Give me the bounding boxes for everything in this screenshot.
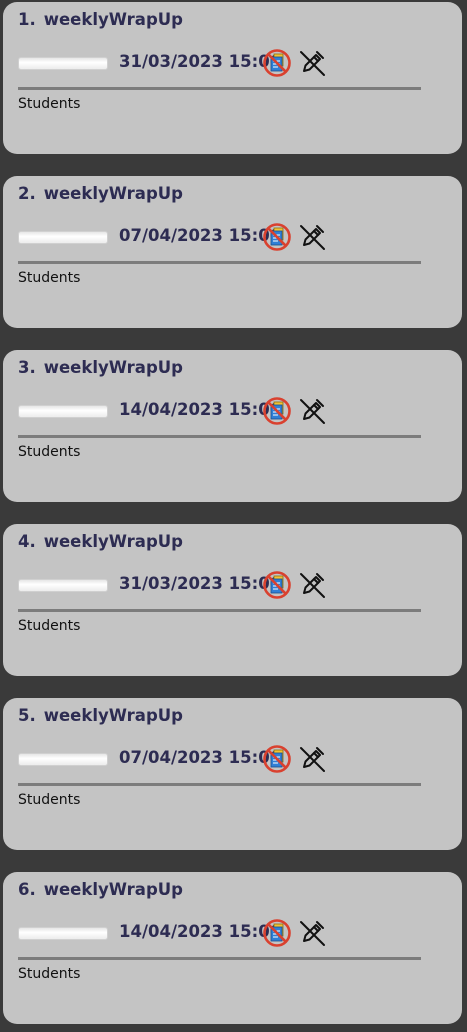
task-index: 1.	[18, 10, 36, 29]
task-tag: Students	[18, 444, 81, 460]
task-progress-bar	[18, 753, 108, 766]
task-datetime: 31/03/2023 15:06	[119, 52, 282, 71]
task-card[interactable]: 4. weeklyWrapUp 31/03/2023 15:06 Students	[3, 524, 462, 676]
divider	[18, 87, 421, 90]
task-title: 6. weeklyWrapUp	[18, 880, 183, 899]
task-index: 3.	[18, 358, 36, 377]
task-title: 4. weeklyWrapUp	[18, 532, 183, 551]
task-progress-bar	[18, 405, 108, 418]
task-name: weeklyWrapUp	[43, 10, 183, 29]
task-card[interactable]: 2. weeklyWrapUp 07/04/2023 15:06 Students	[3, 176, 462, 328]
task-datetime: 14/04/2023 15:06	[119, 400, 282, 419]
edit-disabled-icon[interactable]	[297, 48, 327, 78]
not-done-document-icon[interactable]	[262, 570, 292, 600]
task-title: 2. weeklyWrapUp	[18, 184, 183, 203]
task-datetime: 07/04/2023 15:06	[119, 226, 282, 245]
task-card[interactable]: 5. weeklyWrapUp 07/04/2023 15:06 Students	[3, 698, 462, 850]
task-tag: Students	[18, 966, 81, 982]
task-index: 5.	[18, 706, 36, 725]
divider	[18, 609, 421, 612]
task-title: 1. weeklyWrapUp	[18, 10, 183, 29]
divider	[18, 261, 421, 264]
task-tag: Students	[18, 270, 81, 286]
task-card[interactable]: 3. weeklyWrapUp 14/04/2023 15:06 Students	[3, 350, 462, 502]
not-done-document-icon[interactable]	[262, 918, 292, 948]
task-card[interactable]: 6. weeklyWrapUp 14/04/2023 15:06 Students	[3, 872, 462, 1024]
edit-disabled-icon[interactable]	[297, 570, 327, 600]
task-progress-bar	[18, 579, 108, 592]
not-done-document-icon[interactable]	[262, 396, 292, 426]
task-progress-bar	[18, 57, 108, 70]
task-tag: Students	[18, 792, 81, 808]
task-index: 4.	[18, 532, 36, 551]
task-datetime: 31/03/2023 15:06	[119, 574, 282, 593]
not-done-document-icon[interactable]	[262, 744, 292, 774]
task-name: weeklyWrapUp	[43, 358, 183, 377]
not-done-document-icon[interactable]	[262, 222, 292, 252]
task-tag: Students	[18, 96, 81, 112]
task-datetime: 07/04/2023 15:06	[119, 748, 282, 767]
edit-disabled-icon[interactable]	[297, 918, 327, 948]
divider	[18, 783, 421, 786]
task-name: weeklyWrapUp	[43, 706, 183, 725]
edit-disabled-icon[interactable]	[297, 222, 327, 252]
task-list: 1. weeklyWrapUp 31/03/2023 15:06 Students…	[0, 0, 467, 1032]
task-title: 5. weeklyWrapUp	[18, 706, 183, 725]
edit-disabled-icon[interactable]	[297, 744, 327, 774]
task-card[interactable]: 1. weeklyWrapUp 31/03/2023 15:06 Students	[3, 2, 462, 154]
task-index: 6.	[18, 880, 36, 899]
task-progress-bar	[18, 927, 108, 940]
task-name: weeklyWrapUp	[43, 880, 183, 899]
task-datetime: 14/04/2023 15:06	[119, 922, 282, 941]
task-title: 3. weeklyWrapUp	[18, 358, 183, 377]
not-done-document-icon[interactable]	[262, 48, 292, 78]
task-name: weeklyWrapUp	[43, 532, 183, 551]
task-tag: Students	[18, 618, 81, 634]
divider	[18, 957, 421, 960]
task-index: 2.	[18, 184, 36, 203]
edit-disabled-icon[interactable]	[297, 396, 327, 426]
task-progress-bar	[18, 231, 108, 244]
divider	[18, 435, 421, 438]
task-name: weeklyWrapUp	[43, 184, 183, 203]
